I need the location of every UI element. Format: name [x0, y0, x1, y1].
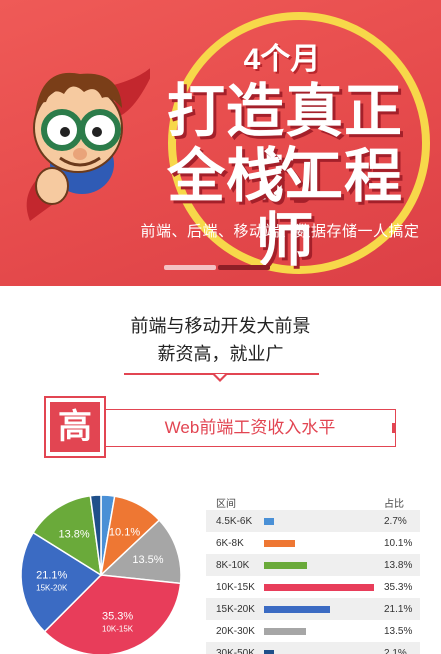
banner-months: 4个月 — [243, 43, 321, 76]
row-share-bar — [264, 650, 274, 654]
row-share: 21.1% — [384, 604, 413, 615]
row-share: 13.5% — [384, 626, 413, 637]
salary-pie-chart: 10.1% 13.5% 35.3% 10K-15K 21.1% 15K-20K 13.8% — [20, 494, 182, 654]
banner-subline: 前端、后端、移动端、数据存储一人搞定 — [140, 223, 420, 240]
row-share-bar — [264, 584, 374, 591]
carousel-indicator-2-active[interactable] — [218, 265, 270, 270]
promo-banner[interactable]: 4个月 打造真正的 全栈工程师 前端、后端、移动端、数据存储一人搞定 — [0, 0, 441, 286]
row-share-bar — [264, 518, 274, 525]
intro-line-2: 薪资高，就业广 — [157, 344, 284, 364]
pie-label-8K-10K: 13.5% — [132, 554, 163, 566]
carousel-indicator-1[interactable] — [164, 265, 216, 270]
row-share-bar — [264, 540, 296, 547]
intro-line-1: 前端与移动开发大前景 — [130, 316, 311, 336]
row-range: 20K-30K — [216, 626, 255, 637]
pie-label-6K-8K: 10.1% — [109, 526, 140, 538]
table-row: 15K-20K 21.1% — [206, 598, 420, 620]
section-title: Web前端工资收入水平 — [164, 418, 336, 437]
row-range: 30K-50K — [216, 648, 255, 654]
row-share-bar — [264, 628, 307, 635]
table-row: 20K-30K 13.5% — [206, 620, 420, 642]
table-header: 区间 占比 — [206, 490, 420, 510]
row-share: 10.1% — [384, 538, 413, 549]
salary-table: 区间 占比 4.5K-6K 2.7% 6K-8K 10.1% 8K-10K 13.8% 10… — [206, 490, 420, 654]
row-share: 13.8% — [384, 560, 413, 571]
table-row: 8K-10K 13.8% — [206, 554, 420, 576]
col-header-range: 区间 — [216, 499, 236, 510]
pie-label-20K-30K: 13.8% — [58, 528, 89, 540]
col-header-share: 占比 — [384, 499, 404, 510]
row-range: 6K-8K — [216, 538, 244, 549]
row-range: 4.5K-6K — [216, 516, 253, 527]
table-row: 6K-8K 10.1% — [206, 532, 420, 554]
section-badge: 高 — [50, 402, 100, 452]
row-share: 2.7% — [384, 516, 407, 527]
row-range: 15K-20K — [216, 604, 255, 615]
table-row: 30K-50K 2.1% — [206, 642, 420, 654]
section-title-tick — [392, 423, 396, 433]
row-share: 2.1% — [384, 648, 407, 654]
pie-label-10K-15K: 35.3% — [102, 611, 133, 623]
pie-label-15K-20K: 21.1% — [36, 570, 67, 582]
row-share: 35.3% — [384, 582, 413, 593]
pie-sublabel-15K-20K: 15K-20K — [36, 584, 68, 593]
banner-headline-line2: 全栈工程师 — [166, 144, 403, 273]
row-share-bar — [264, 562, 307, 569]
row-range: 10K-15K — [216, 582, 255, 593]
pie-sublabel-10K-15K: 10K-15K — [102, 625, 134, 634]
row-range: 8K-10K — [216, 560, 250, 571]
row-share-bar — [264, 606, 330, 613]
cartoon-mascot-icon — [26, 68, 150, 221]
table-row: 4.5K-6K 2.7% — [206, 510, 420, 532]
table-row: 10K-15K 35.3% — [206, 576, 420, 598]
intro-divider-notch-inner — [215, 374, 225, 379]
